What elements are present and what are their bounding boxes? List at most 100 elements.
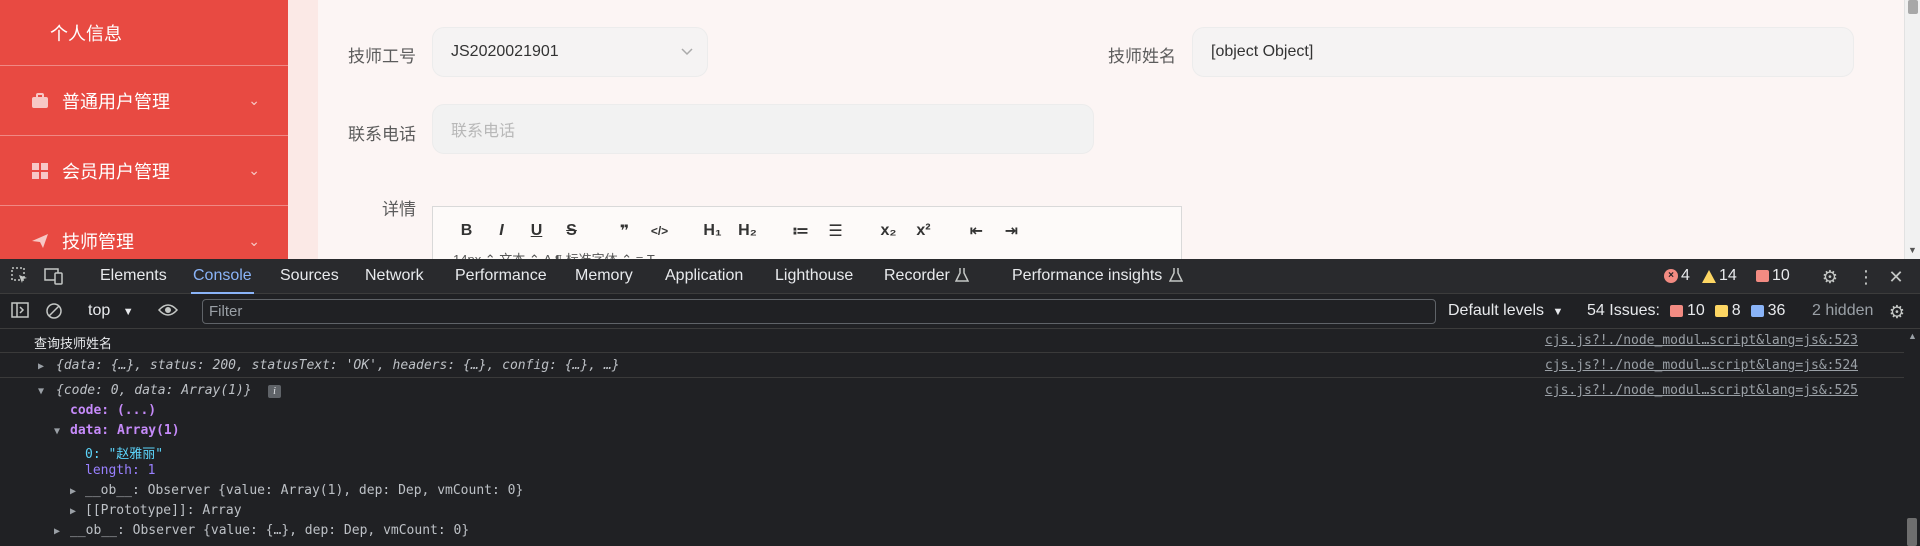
source-link[interactable]: cjs.js?!./node_modul…script&lang=js&:523: [1545, 333, 1858, 348]
tab-elements[interactable]: Elements: [100, 259, 167, 294]
inspect-element-icon[interactable]: [10, 267, 30, 287]
sidebar-toggle-icon[interactable]: [10, 302, 30, 322]
warning-count: 14: [1719, 267, 1737, 284]
grid-icon: [30, 161, 50, 181]
underline-button[interactable]: U: [519, 222, 554, 240]
source-link[interactable]: cjs.js?!./node_modul…script&lang=js&:525: [1545, 383, 1858, 398]
warning-count-badge[interactable]: 14: [1702, 267, 1737, 285]
property-prototype[interactable]: [[Prototype]]: Array: [85, 503, 242, 518]
info-icon[interactable]: i: [262, 383, 281, 398]
log-object-preview[interactable]: {code: 0, data: Array(1)}: [56, 383, 252, 398]
collapse-arrow-icon[interactable]: ▼: [54, 423, 68, 438]
error-count-badge[interactable]: × 4: [1664, 267, 1690, 285]
array-item-0: 0: "赵雅丽": [85, 447, 164, 462]
editor-toolbar-row2: 14px ⌃ 文本 ⌃ A ¶ 标准字体 ⌃ ≡ T: [453, 249, 655, 259]
subscript-button[interactable]: x₂: [871, 222, 906, 240]
dropdown-arrow-icon: ▼: [122, 306, 134, 318]
scrollbar-thumb[interactable]: [1908, 0, 1918, 14]
flask-icon: [1166, 267, 1186, 287]
issues-warning-count: 8: [1731, 302, 1741, 319]
scroll-up-arrow-icon[interactable]: ▲: [1908, 331, 1917, 341]
property-ob-outer[interactable]: __ob__: Observer {value: {…}, dep: Dep, …: [70, 523, 469, 538]
superscript-button[interactable]: x²: [906, 222, 941, 240]
tab-sources[interactable]: Sources: [280, 259, 339, 294]
console-scrollbar[interactable]: ▲: [1904, 329, 1920, 546]
issues-count-badge[interactable]: 10: [1756, 267, 1790, 285]
tech-id-select[interactable]: JS2020021901: [432, 27, 708, 77]
log-levels-select[interactable]: Default levels ▼: [1448, 302, 1563, 320]
phone-input[interactable]: 联系电话: [432, 104, 1094, 154]
live-expression-eye-icon[interactable]: [157, 302, 179, 322]
sidebar-item-profile[interactable]: 个人信息: [0, 0, 288, 66]
expand-arrow-icon[interactable]: ▶: [70, 503, 84, 518]
more-options-icon[interactable]: ⋮: [1856, 267, 1876, 287]
issue-info-icon: [1750, 305, 1764, 317]
clear-console-icon[interactable]: [44, 302, 64, 322]
log-object-preview[interactable]: {data: {…}, status: 200, statusText: 'OK…: [56, 358, 620, 373]
error-icon: ×: [1664, 269, 1678, 283]
sidebar-item-vip-users[interactable]: 会员用户管理 ⌄: [0, 136, 288, 206]
code-button[interactable]: </>: [642, 224, 677, 238]
issues-summary[interactable]: 54 Issues: 10 8 36: [1587, 302, 1785, 320]
content-gutter: [288, 0, 318, 259]
console-message-expanded: ▼ {code: 0, data: Array(1)} i cjs.js?!./…: [0, 378, 1904, 546]
device-toolbar-icon[interactable]: [44, 267, 64, 287]
close-devtools-icon[interactable]: ✕: [1886, 267, 1906, 287]
tab-application[interactable]: Application: [665, 259, 743, 294]
expand-arrow-icon[interactable]: ▶: [38, 358, 52, 373]
italic-button[interactable]: I: [484, 222, 519, 240]
console-message: 查询技师姓名 cjs.js?!./node_modul…script&lang=…: [0, 329, 1904, 353]
property-ob[interactable]: __ob__: Observer {value: Array(1), dep: …: [85, 483, 523, 498]
console-message: ▶ {data: {…}, status: 200, statusText: '…: [0, 353, 1904, 378]
error-count: 4: [1681, 267, 1690, 284]
expand-arrow-icon[interactable]: ▶: [70, 483, 84, 498]
editor-toolbar: B I U S ❞ </> H₁ H₂ ≔ ☰ x₂ x² ⇤ ⇥: [449, 221, 1029, 241]
tab-network[interactable]: Network: [365, 259, 424, 294]
tab-recorder[interactable]: Recorder: [884, 259, 950, 294]
tab-performance[interactable]: Performance: [455, 259, 547, 294]
bullet-list-button[interactable]: ☰: [818, 221, 853, 241]
issues-error-count: 10: [1686, 302, 1705, 319]
property-length: length: 1: [85, 463, 156, 478]
issues-label: 54 Issues:: [1587, 302, 1660, 319]
issues-count: 10: [1772, 267, 1790, 284]
ordered-list-button[interactable]: ≔: [783, 221, 818, 241]
sidebar-item-regular-users[interactable]: 普通用户管理 ⌄: [0, 66, 288, 136]
page-scrollbar[interactable]: ▼: [1904, 0, 1920, 259]
collapse-arrow-icon[interactable]: ▼: [38, 383, 52, 398]
scroll-down-arrow-icon[interactable]: ▼: [1908, 245, 1917, 255]
rich-text-editor[interactable]: B I U S ❞ </> H₁ H₂ ≔ ☰ x₂ x² ⇤ ⇥ 14px: [432, 206, 1182, 259]
tab-performance-insights[interactable]: Performance insights: [1012, 259, 1162, 294]
h2-button[interactable]: H₂: [730, 222, 765, 240]
settings-gear-icon[interactable]: ⚙: [1820, 267, 1840, 287]
tech-name-value: [object Object]: [1211, 43, 1314, 60]
sidebar-item-technicians[interactable]: 技师管理 ⌄: [0, 206, 288, 259]
filter-placeholder: Filter: [209, 303, 243, 320]
quote-button[interactable]: ❞: [607, 221, 642, 241]
tab-lighthouse[interactable]: Lighthouse: [775, 259, 853, 294]
property-code[interactable]: code: (...): [70, 403, 156, 418]
tab-console[interactable]: Console: [191, 259, 254, 294]
sidebar-item-label: 普通用户管理: [62, 91, 170, 112]
sidebar-item-label: 个人信息: [50, 23, 122, 44]
context-select[interactable]: top ▼: [88, 302, 134, 320]
expand-arrow-icon[interactable]: ▶: [54, 523, 68, 538]
source-link[interactable]: cjs.js?!./node_modul…script&lang=js&:524: [1545, 358, 1858, 373]
outdent-button[interactable]: ⇤: [959, 221, 994, 241]
strikethrough-button[interactable]: S: [554, 222, 589, 240]
property-data[interactable]: data: Array(1): [70, 423, 180, 438]
chevron-down-icon: ⌄: [248, 162, 260, 178]
warning-icon: [1702, 269, 1716, 283]
issue-icon: [1756, 270, 1769, 282]
hidden-count: 2 hidden: [1812, 302, 1874, 319]
tech-name-input[interactable]: [object Object]: [1192, 27, 1854, 77]
console-filter-input[interactable]: Filter: [202, 299, 1436, 324]
bold-button[interactable]: B: [449, 222, 484, 240]
console-settings-gear-icon[interactable]: ⚙: [1887, 302, 1907, 322]
scrollbar-thumb[interactable]: [1907, 518, 1917, 546]
sidebar-item-label: 技师管理: [62, 232, 134, 252]
sidebar: 个人信息 普通用户管理 ⌄ 会员用户管理 ⌄ 技师管理 ⌄: [0, 0, 288, 259]
h1-button[interactable]: H₁: [695, 222, 730, 240]
indent-button[interactable]: ⇥: [994, 221, 1029, 241]
tab-memory[interactable]: Memory: [575, 259, 633, 294]
